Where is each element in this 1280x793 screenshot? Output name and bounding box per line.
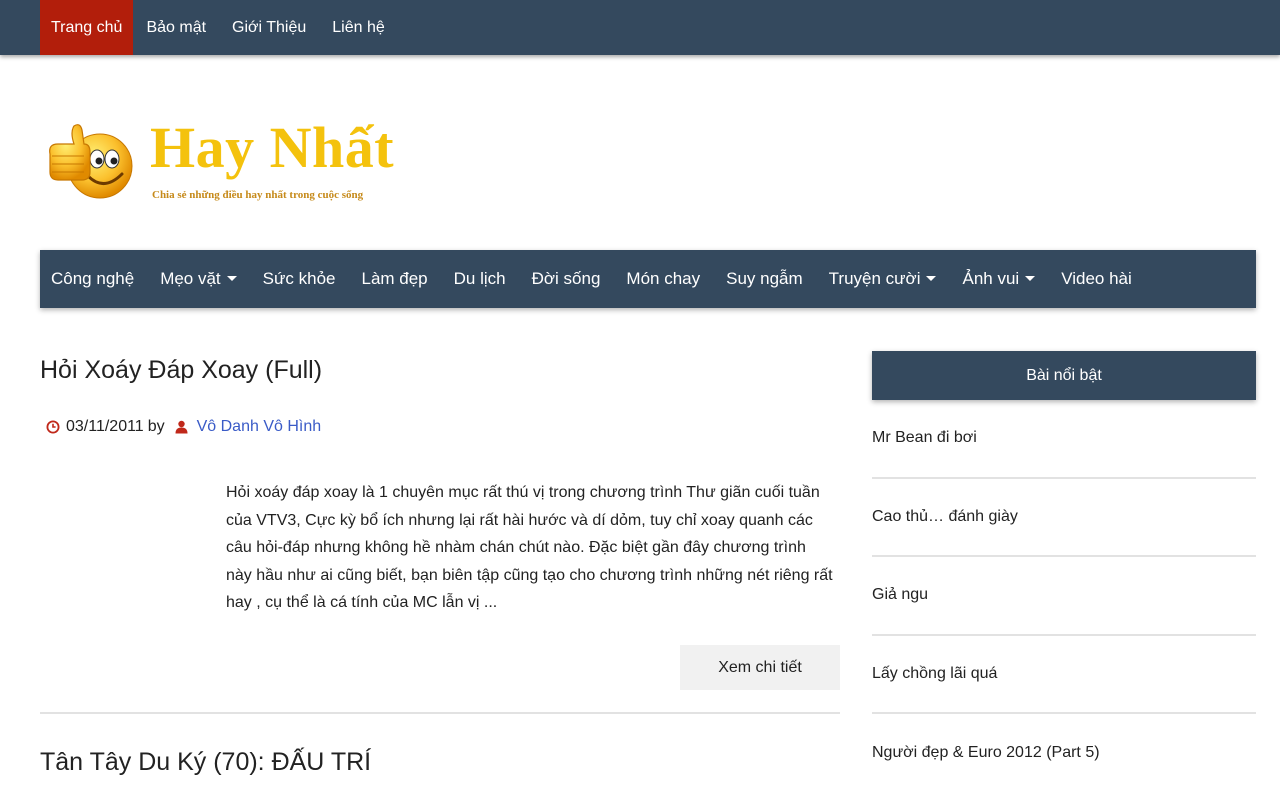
nav-truyen-cuoi[interactable]: Truyện cười [816,250,950,308]
top-nav-contact[interactable]: Liên hệ [319,0,398,55]
nav-label: Món chay [626,269,701,288]
post-date: 03/11/2011 [66,418,144,435]
site-logo[interactable]: Hay Nhất Chia sẻ những điều hay nhất tro… [44,108,444,218]
post-title[interactable]: Hỏi Xoáy Đáp Xoay (Full) [40,356,322,385]
nav-lam-dep[interactable]: Làm đẹp [348,250,440,308]
nav-anh-vui[interactable]: Ảnh vui [949,250,1048,308]
post-title[interactable]: Tân Tây Du Ký (70): ĐẤU TRÍ [40,748,371,777]
top-nav-security[interactable]: Bảo mật [133,0,219,55]
featured-post-link[interactable]: Cao thủ… đánh giày [872,479,1256,557]
nav-suc-khoe[interactable]: Sức khỏe [250,250,349,308]
nav-du-lich[interactable]: Du lịch [441,250,519,308]
featured-post-link[interactable]: Lấy chồng lãi quá [872,636,1256,714]
top-nav-list: Trang chủ Bảo mật Giới Thiệu Liên hệ [40,0,398,55]
featured-post-link[interactable]: Giả ngu [872,557,1256,636]
featured-posts-list: Mr Bean đi bơi Cao thủ… đánh giày Giả ng… [872,400,1256,793]
post-excerpt: Hỏi xoáy đáp xoay là 1 chuyên mục rất th… [226,484,833,611]
nav-label: Công nghệ [51,269,135,288]
nav-label: Truyện cười [828,269,921,288]
site-tagline: Chia sẻ những điều hay nhất trong cuộc s… [152,189,364,201]
read-more-button[interactable]: Xem chi tiết [680,645,840,690]
nav-meo-vat[interactable]: Mẹo vặt [147,250,249,308]
sidebar-widget-title: Bài nổi bật [872,351,1256,400]
post-divider [40,712,840,714]
post-by-label: by [147,418,165,435]
nav-label: Đời sống [531,269,601,288]
top-navbar: Trang chủ Bảo mật Giới Thiệu Liên hệ [0,0,1280,55]
caret-down-icon [926,275,937,281]
nav-doi-song[interactable]: Đời sống [519,250,614,308]
nav-label: Làm đẹp [361,269,428,288]
site-brand-name: Hay Nhất [150,115,395,180]
top-nav-home[interactable]: Trang chủ [40,0,134,55]
nav-label: Suy ngẫm [726,269,803,288]
nav-label: Mẹo vặt [160,269,221,288]
main-navbar: Công nghệ Mẹo vặt Sức khỏe Làm đẹp Du lị… [40,250,1256,308]
post-author-link[interactable]: Vô Danh Vô Hình [197,418,322,436]
top-nav-about[interactable]: Giới Thiệu [219,0,319,55]
nav-suy-ngam[interactable]: Suy ngẫm [713,250,816,308]
nav-label: Sức khỏe [262,269,336,288]
featured-post-link[interactable]: Mr Bean đi bơi [872,400,1256,479]
caret-down-icon [1025,275,1036,281]
featured-post-link[interactable]: Người đẹp & Euro 2012 (Part 5) [872,714,1256,793]
post-meta: 03/11/2011 by Vô Danh Vô Hình [46,418,321,436]
main-nav-list: Công nghệ Mẹo vặt Sức khỏe Làm đẹp Du lị… [40,250,1256,308]
nav-mon-chay[interactable]: Món chay [613,250,713,308]
nav-label: Ảnh vui [962,269,1020,288]
nav-video-hai[interactable]: Video hài [1048,250,1145,308]
nav-cong-nghe[interactable]: Công nghệ [40,250,147,308]
nav-label: Video hài [1061,269,1132,288]
clock-icon [46,420,60,434]
thumbs-up-smiley-icon [49,124,133,199]
nav-label: Du lịch [453,269,506,288]
user-icon [175,420,189,434]
caret-down-icon [226,275,237,281]
